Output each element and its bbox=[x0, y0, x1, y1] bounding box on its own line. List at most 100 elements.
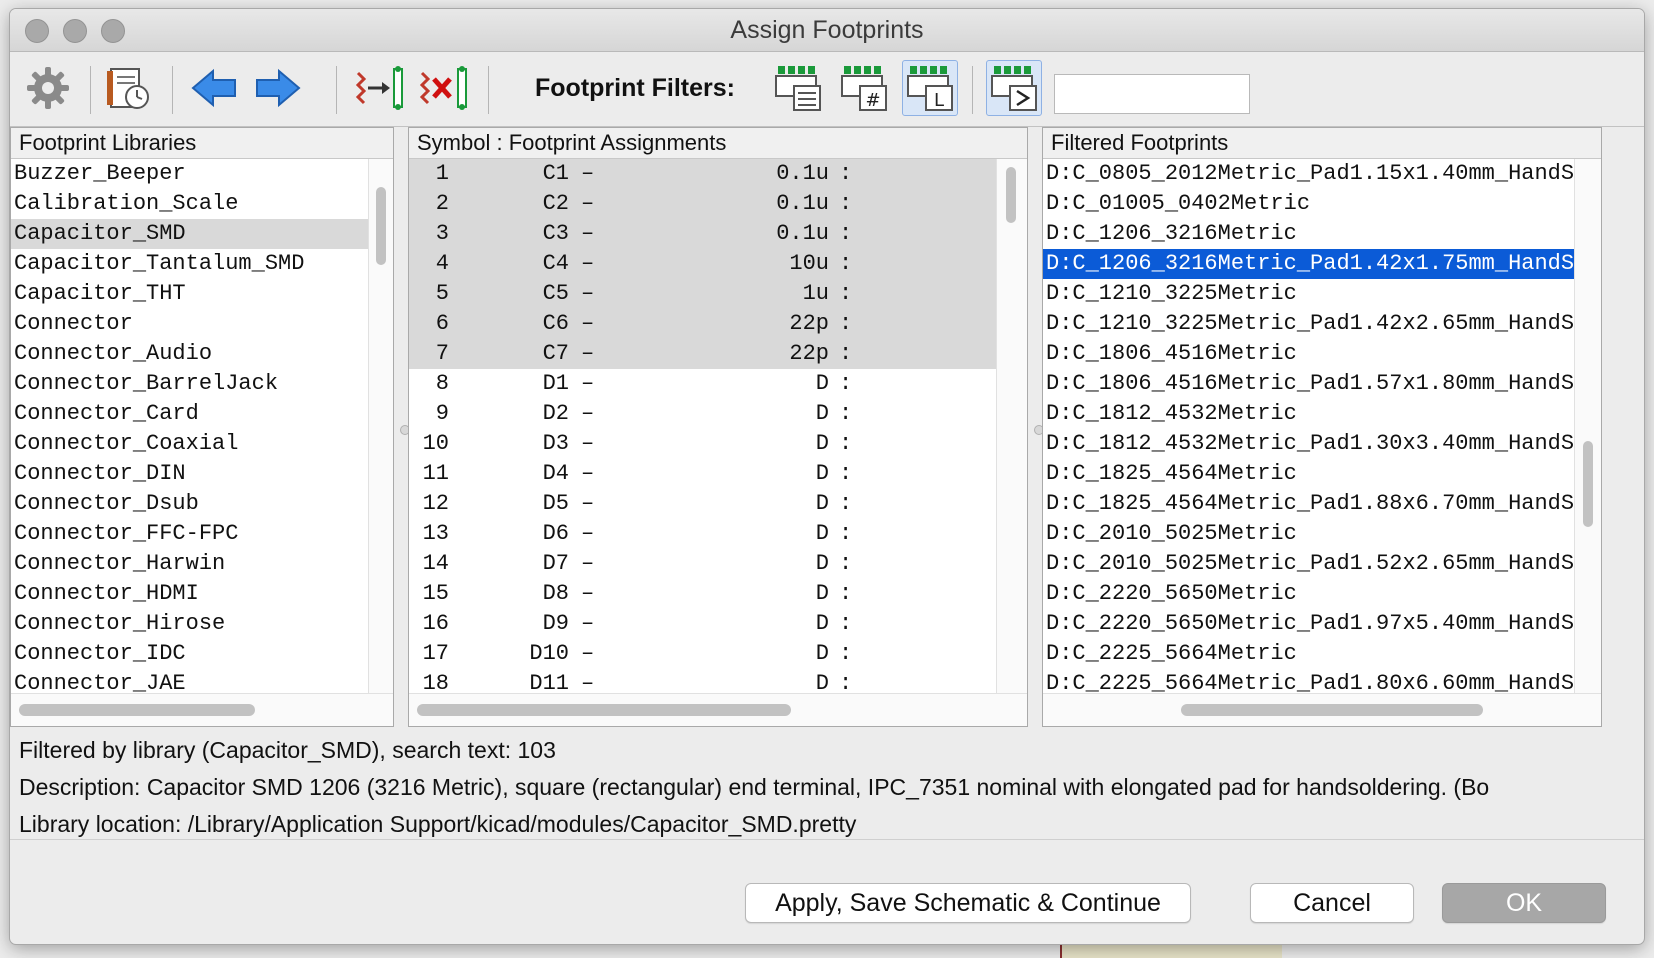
footprint-list-item[interactable]: D:C_1206_3216Metric bbox=[1043, 219, 1575, 249]
footprint-list-item[interactable]: D:C_0805_2012Metric_Pad1.15x1.40mm_HandS… bbox=[1043, 159, 1575, 189]
assignment-row[interactable]: 8 D1– D: bbox=[409, 369, 997, 399]
library-list-item[interactable]: Connector_Hirose bbox=[11, 609, 369, 639]
library-list-item[interactable]: Connector_Card bbox=[11, 399, 369, 429]
assignment-number: 4 bbox=[435, 251, 449, 276]
assignment-value: D bbox=[815, 641, 829, 666]
assignment-row[interactable]: 7 C7– 22p: bbox=[409, 339, 997, 369]
assignment-value: 0.1u bbox=[776, 221, 829, 246]
footprint-list-item[interactable]: D:C_1210_3225Metric bbox=[1043, 279, 1575, 309]
settings-gear-icon[interactable] bbox=[20, 60, 76, 116]
footprint-list-item[interactable]: D:C_2220_5650Metric bbox=[1043, 579, 1575, 609]
footprint-list-item[interactable]: D:C_01005_0402Metric bbox=[1043, 189, 1575, 219]
footprint-list-item[interactable]: D:C_1812_4532Metric_Pad1.30x3.40mm_HandS… bbox=[1043, 429, 1575, 459]
assignment-row[interactable]: 12 D5– D: bbox=[409, 489, 997, 519]
footprint-list-item[interactable]: D:C_1806_4516Metric bbox=[1043, 339, 1575, 369]
library-list-item[interactable]: Capacitor_THT bbox=[11, 279, 369, 309]
assignments-horizontal-scroll-thumb[interactable] bbox=[417, 704, 791, 716]
library-list-item[interactable]: Connector bbox=[11, 309, 369, 339]
libraries-vertical-scrollbar[interactable] bbox=[368, 159, 393, 694]
assignments-horizontal-scrollbar[interactable] bbox=[409, 693, 1027, 726]
assignment-number: 2 bbox=[435, 191, 449, 216]
library-list-item[interactable]: Connector_Harwin bbox=[11, 549, 369, 579]
footprint-list-item[interactable]: D:C_2010_5025Metric_Pad1.52x2.65mm_HandS… bbox=[1043, 549, 1575, 579]
library-list-item[interactable]: Capacitor_Tantalum_SMD bbox=[11, 249, 369, 279]
assignment-reference: D1 bbox=[542, 371, 569, 396]
library-list-item[interactable]: Connector_BarrelJack bbox=[11, 369, 369, 399]
assignment-row[interactable]: 1 C1– 0.1u: bbox=[409, 159, 997, 189]
assignment-number: 3 bbox=[435, 221, 449, 246]
assignment-row[interactable]: 11 D4– D: bbox=[409, 459, 997, 489]
assignment-row[interactable]: 14 D7– D: bbox=[409, 549, 997, 579]
filter-by-text-icon[interactable] bbox=[986, 60, 1042, 116]
footprint-list-item[interactable]: D:C_2220_5650Metric_Pad1.97x5.40mm_HandS… bbox=[1043, 609, 1575, 639]
footprint-list-item[interactable]: D:C_2010_5025Metric bbox=[1043, 519, 1575, 549]
assignment-row[interactable]: 9 D2– D: bbox=[409, 399, 997, 429]
assignment-value: D bbox=[815, 611, 829, 636]
assignment-row[interactable]: 5 C5– 1u: bbox=[409, 279, 997, 309]
library-list-item[interactable]: Connector_FFC-FPC bbox=[11, 519, 369, 549]
footprint-list-item[interactable]: D:C_1825_4564Metric bbox=[1043, 459, 1575, 489]
title-bar: Assign Footprints bbox=[10, 9, 1644, 52]
library-list-item[interactable]: Connector_Audio bbox=[11, 339, 369, 369]
arrow-right-icon[interactable] bbox=[250, 60, 306, 116]
libraries-horizontal-scroll-thumb[interactable] bbox=[19, 704, 255, 716]
assignment-row[interactable]: 18 D11– D: bbox=[409, 669, 997, 694]
delete-associations-icon[interactable] bbox=[416, 60, 472, 116]
assignments-vertical-scrollbar[interactable] bbox=[996, 159, 1027, 694]
footprints-horizontal-scrollbar[interactable] bbox=[1043, 693, 1601, 726]
library-list-item[interactable]: Connector_DIN bbox=[11, 459, 369, 489]
footprints-horizontal-scroll-thumb[interactable] bbox=[1181, 704, 1483, 716]
footprint-list-item[interactable]: D:C_1210_3225Metric_Pad1.42x2.65mm_HandS… bbox=[1043, 309, 1575, 339]
assignments-vertical-scroll-thumb[interactable] bbox=[1006, 167, 1016, 223]
ok-button[interactable]: OK bbox=[1442, 883, 1606, 923]
assignment-number: 10 bbox=[422, 431, 449, 456]
library-table-icon[interactable] bbox=[100, 60, 156, 116]
library-list-item[interactable]: Connector_Coaxial bbox=[11, 429, 369, 459]
arrow-left-icon[interactable] bbox=[186, 60, 242, 116]
cancel-button[interactable]: Cancel bbox=[1250, 883, 1414, 923]
filter-by-pin-count-icon[interactable]: # bbox=[836, 60, 892, 116]
assignment-row[interactable]: 16 D9– D: bbox=[409, 609, 997, 639]
libraries-horizontal-scrollbar[interactable] bbox=[11, 693, 393, 726]
apply-save-continue-button[interactable]: Apply, Save Schematic & Continue bbox=[745, 883, 1191, 923]
footprint-list-item[interactable]: D:C_2225_5664Metric bbox=[1043, 639, 1575, 669]
assignment-separator: – bbox=[581, 341, 595, 366]
assignment-separator: – bbox=[581, 161, 595, 186]
library-list-item[interactable]: Capacitor_SMD bbox=[11, 219, 369, 249]
library-list-item[interactable]: Connector_JAE bbox=[11, 669, 369, 694]
library-list-item[interactable]: Connector_Dsub bbox=[11, 489, 369, 519]
library-list-item[interactable]: Connector_HDMI bbox=[11, 579, 369, 609]
footprint-list-item[interactable]: D:C_1206_3216Metric_Pad1.42x1.75mm_HandS… bbox=[1043, 249, 1575, 279]
assignment-row[interactable]: 13 D6– D: bbox=[409, 519, 997, 549]
assignment-row[interactable]: 4 C4– 10u: bbox=[409, 249, 997, 279]
assignment-row[interactable]: 17 D10– D: bbox=[409, 639, 997, 669]
assignment-reference: D10 bbox=[529, 641, 569, 666]
assignment-reference: D6 bbox=[542, 521, 569, 546]
footprint-list-item[interactable]: D:C_1825_4564Metric_Pad1.88x6.70mm_HandS… bbox=[1043, 489, 1575, 519]
assignment-row[interactable]: 3 C3– 0.1u: bbox=[409, 219, 997, 249]
footprint-list-item[interactable]: D:C_1812_4532Metric bbox=[1043, 399, 1575, 429]
svg-text:L: L bbox=[934, 90, 944, 111]
filter-by-keywords-icon[interactable] bbox=[770, 60, 826, 116]
assignment-separator: – bbox=[581, 491, 595, 516]
assignment-row[interactable]: 2 C2– 0.1u: bbox=[409, 189, 997, 219]
auto-associate-icon[interactable] bbox=[352, 60, 408, 116]
assignment-value: D bbox=[815, 521, 829, 546]
filter-by-library-icon[interactable]: L bbox=[902, 60, 958, 116]
footprint-list-item[interactable]: D:C_2225_5664Metric_Pad1.80x6.60mm_HandS… bbox=[1043, 669, 1575, 694]
assignments-panel: Symbol : Footprint Assignments 1 C1–0.1u:… bbox=[408, 127, 1028, 727]
footprint-list-item[interactable]: D:C_1806_4516Metric_Pad1.57x1.80mm_HandS… bbox=[1043, 369, 1575, 399]
assignment-value: 22p bbox=[789, 341, 829, 366]
filter-search-input[interactable] bbox=[1054, 74, 1250, 114]
assignment-colon: : bbox=[839, 581, 853, 606]
library-list-item[interactable]: Buzzer_Beeper bbox=[11, 159, 369, 189]
library-list-item[interactable]: Connector_IDC bbox=[11, 639, 369, 669]
assignment-row[interactable]: 15 D8– D: bbox=[409, 579, 997, 609]
footprints-vertical-scroll-thumb[interactable] bbox=[1583, 441, 1593, 527]
assignment-reference: D9 bbox=[542, 611, 569, 636]
library-list-item[interactable]: Calibration_Scale bbox=[11, 189, 369, 219]
footprints-vertical-scrollbar[interactable] bbox=[1574, 159, 1601, 694]
assignment-row[interactable]: 10 D3– D: bbox=[409, 429, 997, 459]
libraries-vertical-scroll-thumb[interactable] bbox=[376, 187, 386, 265]
assignment-row[interactable]: 6 C6– 22p: bbox=[409, 309, 997, 339]
